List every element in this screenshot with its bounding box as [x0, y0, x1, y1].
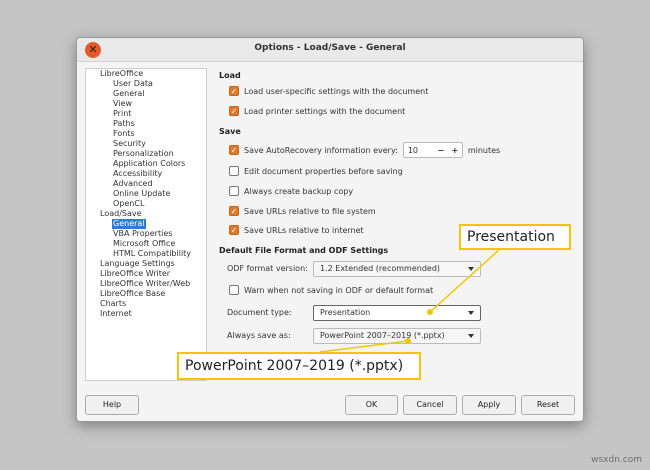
- callout-presentation: Presentation: [459, 224, 571, 250]
- ok-button[interactable]: OK: [345, 395, 398, 415]
- tree-item-user-data[interactable]: User Data: [113, 79, 153, 89]
- tree-item-html-compatibility[interactable]: HTML Compatibility: [113, 249, 191, 259]
- odf-version-label: ODF format version:: [227, 264, 308, 273]
- options-tree[interactable]: LibreOffice User Data General View Print…: [85, 68, 207, 381]
- tree-item-print[interactable]: Print: [113, 109, 131, 119]
- callout-dot-doctype: [427, 309, 433, 315]
- format-heading: Default File Format and ODF Settings: [219, 246, 389, 255]
- edit-props-row[interactable]: Edit document properties before saving: [229, 166, 403, 176]
- load-heading: Load: [219, 71, 241, 80]
- tree-item-language-settings[interactable]: Language Settings: [100, 259, 175, 269]
- document-type-select[interactable]: Presentation: [313, 305, 481, 321]
- urls-internet-row[interactable]: ✓ Save URLs relative to internet: [229, 225, 364, 235]
- checkbox-urls-fs[interactable]: ✓: [229, 206, 239, 216]
- load-user-settings-label: Load user-specific settings with the doc…: [244, 86, 429, 96]
- autorecovery-stepper[interactable]: 10 − +: [402, 142, 463, 158]
- plus-icon[interactable]: +: [448, 146, 462, 155]
- urls-internet-label: Save URLs relative to internet: [244, 225, 364, 235]
- document-type-value: Presentation: [320, 308, 371, 317]
- backup-row[interactable]: Always create backup copy: [229, 186, 353, 196]
- checkbox-urls-internet[interactable]: ✓: [229, 225, 239, 235]
- chevron-down-icon: [468, 334, 474, 338]
- window-title: Options - Load/Save - General: [254, 43, 406, 53]
- title-bar: ✕ Options - Load/Save - General: [77, 38, 583, 62]
- tree-item-microsoft-office[interactable]: Microsoft Office: [113, 239, 175, 249]
- tree-item-internet[interactable]: Internet: [100, 309, 132, 319]
- tree-item-load-save[interactable]: Load/Save: [100, 209, 142, 219]
- always-save-as-label: Always save as:: [227, 331, 291, 340]
- tree-item-load-save-general[interactable]: General: [112, 219, 146, 229]
- cancel-button[interactable]: Cancel: [403, 395, 457, 415]
- always-save-as-select[interactable]: PowerPoint 2007–2019 (*.pptx): [313, 328, 481, 344]
- watermark-text: wsxdn.com: [591, 455, 642, 465]
- checkbox-load-printer-settings[interactable]: ✓: [229, 106, 239, 116]
- apply-button[interactable]: Apply: [462, 395, 516, 415]
- callout-pptx: PowerPoint 2007–2019 (*.pptx): [177, 352, 421, 380]
- autorecovery-row[interactable]: ✓ Save AutoRecovery information every: 1…: [229, 142, 500, 158]
- urls-fs-row[interactable]: ✓ Save URLs relative to file system: [229, 206, 376, 216]
- load-user-settings-row[interactable]: ✓ Load user-specific settings with the d…: [229, 86, 428, 96]
- tree-item-advanced[interactable]: Advanced: [113, 179, 153, 189]
- always-save-as-value: PowerPoint 2007–2019 (*.pptx): [320, 331, 445, 340]
- chevron-down-icon: [468, 311, 474, 315]
- tree-item-paths[interactable]: Paths: [113, 119, 135, 129]
- reset-button[interactable]: Reset: [521, 395, 575, 415]
- warn-row[interactable]: Warn when not saving in ODF or default f…: [229, 285, 433, 295]
- checkbox-edit-props[interactable]: [229, 166, 239, 176]
- tree-item-libreoffice-writer-web[interactable]: LibreOffice Writer/Web: [100, 279, 190, 289]
- tree-item-libreoffice-writer[interactable]: LibreOffice Writer: [100, 269, 170, 279]
- load-printer-settings-label: Load printer settings with the document: [244, 106, 406, 116]
- tree-item-libreoffice[interactable]: LibreOffice: [100, 69, 143, 79]
- checkbox-autorecovery[interactable]: ✓: [229, 145, 239, 155]
- document-type-label: Document type:: [227, 308, 292, 317]
- help-button[interactable]: Help: [85, 395, 139, 415]
- checkbox-backup[interactable]: [229, 186, 239, 196]
- tree-item-accessibility[interactable]: Accessibility: [113, 169, 162, 179]
- autorecovery-value[interactable]: 10: [404, 146, 434, 155]
- autorecovery-label: Save AutoRecovery information every:: [244, 145, 398, 155]
- odf-version-select[interactable]: 1.2 Extended (recommended): [313, 261, 481, 277]
- warn-label: Warn when not saving in ODF or default f…: [244, 285, 434, 295]
- tree-item-opencl[interactable]: OpenCL: [113, 199, 144, 209]
- load-printer-settings-row[interactable]: ✓ Load printer settings with the documen…: [229, 106, 405, 116]
- tree-item-security[interactable]: Security: [113, 139, 146, 149]
- tree-item-general[interactable]: General: [113, 89, 145, 99]
- odf-version-value: 1.2 Extended (recommended): [320, 264, 441, 273]
- save-heading: Save: [219, 127, 241, 136]
- chevron-down-icon: [468, 267, 474, 271]
- tree-item-online-update[interactable]: Online Update: [113, 189, 170, 199]
- tree-item-view[interactable]: View: [113, 99, 132, 109]
- autorecovery-unit: minutes: [467, 145, 501, 155]
- tree-item-personalization[interactable]: Personalization: [113, 149, 174, 159]
- checkbox-load-user-settings[interactable]: ✓: [229, 86, 239, 96]
- tree-item-vba-properties[interactable]: VBA Properties: [113, 229, 172, 239]
- checkbox-warn[interactable]: [229, 285, 239, 295]
- tree-item-libreoffice-base[interactable]: LibreOffice Base: [100, 289, 165, 299]
- tree-item-charts[interactable]: Charts: [100, 299, 126, 309]
- tree-item-fonts[interactable]: Fonts: [113, 129, 135, 139]
- urls-fs-label: Save URLs relative to file system: [244, 206, 376, 216]
- edit-props-label: Edit document properties before saving: [244, 166, 403, 176]
- minus-icon[interactable]: −: [434, 146, 448, 155]
- tree-item-application-colors[interactable]: Application Colors: [113, 159, 185, 169]
- backup-label: Always create backup copy: [244, 186, 354, 196]
- callout-dot-saveas: [405, 338, 411, 344]
